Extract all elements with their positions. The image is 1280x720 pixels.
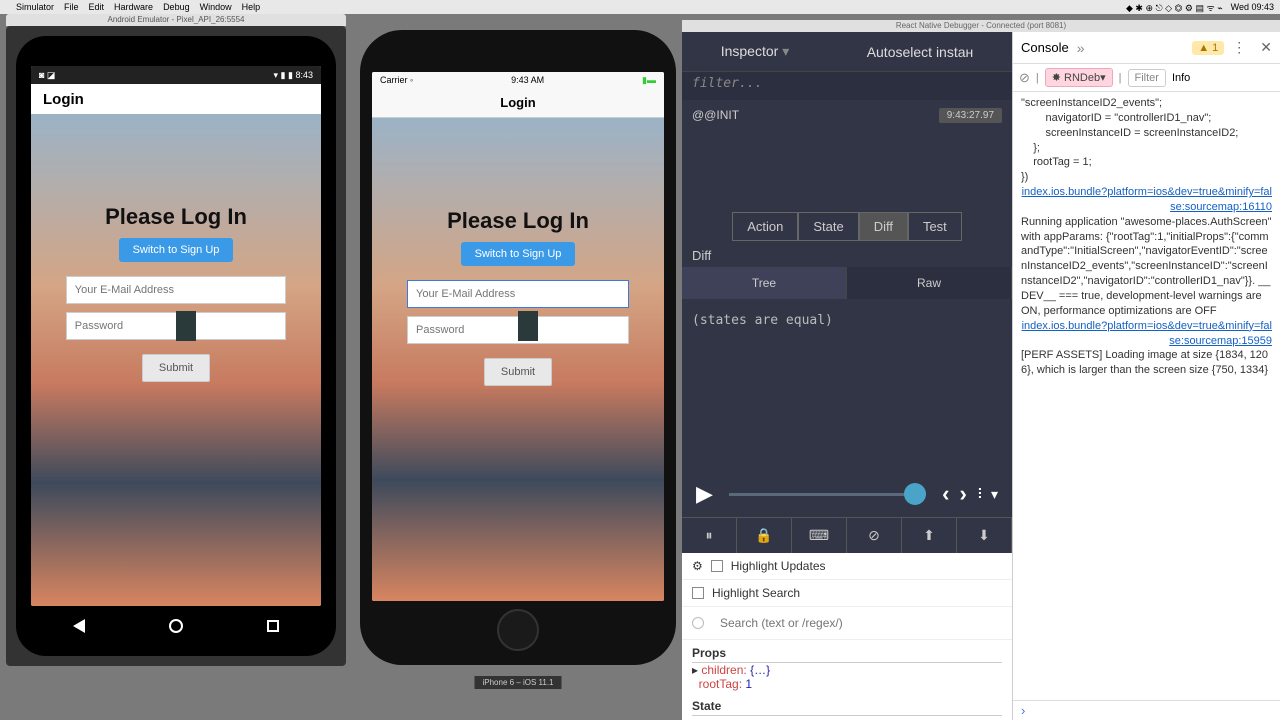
debugger-titlebar: React Native Debugger - Connected (port … [682, 20, 1280, 32]
more-tabs-icon[interactable]: » [1077, 40, 1085, 56]
switch-signup-button-ios[interactable]: Switch to Sign Up [461, 242, 576, 266]
battery-icon: ▮▬ [642, 75, 656, 86]
close-icon[interactable]: ✕ [1260, 39, 1272, 56]
tab-diff[interactable]: Diff [859, 212, 908, 241]
android-window-title: Android Emulator - Pixel_API_26:5554 [6, 14, 346, 26]
notif-icons: ◙ ◪ [39, 70, 55, 81]
ios-home-button[interactable] [497, 609, 539, 651]
password-input-ios[interactable] [407, 316, 629, 344]
highlight-search-label: Highlight Search [712, 586, 800, 600]
speed-dropdown[interactable]: ⠇ ▾ [977, 486, 998, 503]
ios-device-label: iPhone 6 – iOS 11.1 [474, 676, 561, 689]
source-link-2[interactable]: index.ios.bundle?platform=ios&dev=true&m… [1021, 319, 1272, 349]
context-dropdown[interactable]: ✸ RNDeb▾ [1045, 68, 1113, 87]
autoselect-dropdown[interactable]: Autoselect instан [867, 44, 974, 60]
pause-icon[interactable]: ⏸ [682, 518, 737, 553]
android-back-button[interactable] [73, 619, 85, 633]
state-header: State [692, 697, 1002, 716]
search-toggle[interactable] [692, 617, 704, 629]
diff-content: (states are equal) [682, 299, 1012, 342]
menu-debug[interactable]: Debug [163, 2, 190, 12]
email-input-ios[interactable] [407, 280, 629, 308]
highlight-updates-checkbox[interactable] [711, 560, 723, 572]
highlight-updates-label: Highlight Updates [731, 559, 826, 573]
settings-icon[interactable] [692, 559, 703, 573]
clear-console-icon[interactable]: ⊘ [1019, 70, 1030, 86]
warning-badge[interactable]: ▲ 1 [1192, 41, 1224, 55]
menu-simulator[interactable]: Simulator [16, 2, 54, 12]
submit-button[interactable]: Submit [142, 354, 210, 382]
redux-tabs: Action State Diff Test [682, 208, 1012, 244]
component-search-input[interactable] [712, 613, 1002, 633]
menu-edit[interactable]: Edit [89, 2, 105, 12]
redux-devtools-panel: Inspector ▾ Autoselect instан filter... … [682, 32, 1012, 720]
upload-icon[interactable]: ⬆ [902, 518, 957, 553]
kebab-menu-icon[interactable]: ⋮ [1232, 39, 1246, 56]
subtab-tree[interactable]: Tree [682, 267, 847, 299]
ios-status-bar: Carrier ◦ 9:43 AM ▮▬ [372, 72, 664, 88]
console-prompt[interactable]: › [1013, 700, 1280, 720]
props-header: Props [692, 644, 1002, 663]
disable-icon[interactable]: ⊘ [847, 518, 902, 553]
console-filter-input[interactable]: Filter [1128, 69, 1166, 87]
prev-button[interactable]: ‹ [942, 481, 949, 507]
highlight-search-checkbox[interactable] [692, 587, 704, 599]
keyboard-icon[interactable]: ⌨ [792, 518, 847, 553]
submit-button-ios[interactable]: Submit [484, 358, 552, 386]
console-tab[interactable]: Console [1021, 40, 1069, 55]
android-recents-button[interactable] [267, 620, 279, 632]
play-button[interactable]: ▶ [696, 481, 713, 507]
mac-menubar: Simulator File Edit Hardware Debug Windo… [0, 0, 1280, 14]
action-row-init[interactable]: @@INIT 9:43:27.97 [682, 100, 1012, 130]
switch-signup-button[interactable]: Switch to Sign Up [119, 238, 234, 262]
time-slider[interactable] [729, 493, 926, 496]
source-link-1[interactable]: index.ios.bundle?platform=ios&dev=true&m… [1021, 185, 1272, 215]
action-filter-input[interactable]: filter... [682, 72, 1012, 100]
subtab-raw[interactable]: Raw [847, 267, 1012, 299]
menu-hardware[interactable]: Hardware [114, 2, 153, 12]
tab-action[interactable]: Action [732, 212, 798, 241]
devtools-console-panel: Console » ▲ 1 ⋮ ✕ ⊘ | ✸ RNDeb▾ | Filter … [1012, 32, 1280, 720]
password-input[interactable] [66, 312, 286, 340]
status-icons: ◆ ✱ ⊕ ⎋ ◇ ⏣ ⚙ ▤ ᯤ ⌁ [1126, 1, 1223, 14]
menu-file[interactable]: File [64, 2, 79, 12]
ios-app-header: Login [372, 88, 664, 118]
lock-icon[interactable]: 🔒 [737, 518, 792, 553]
tab-test[interactable]: Test [908, 212, 962, 241]
ios-simulator-window: Carrier ◦ 9:43 AM ▮▬ Login Please Log In… [360, 30, 676, 665]
android-status-bar: ◙ ◪ ▾ ▮ ▮ 8:43 [31, 66, 321, 84]
inspector-dropdown[interactable]: Inspector ▾ [721, 43, 790, 60]
diff-label: Diff [682, 244, 1012, 267]
react-native-debugger-window: React Native Debugger - Connected (port … [682, 20, 1280, 720]
menu-help[interactable]: Help [242, 2, 261, 12]
download-icon[interactable]: ⬇ [957, 518, 1012, 553]
menu-window[interactable]: Window [200, 2, 232, 12]
prop-roottag[interactable]: rootTag: 1 [692, 677, 1002, 691]
info-filter[interactable]: Info [1172, 72, 1190, 84]
login-title-ios: Please Log In [447, 208, 589, 234]
email-input[interactable] [66, 276, 286, 304]
prop-children[interactable]: ▸ children: {…} [692, 663, 1002, 677]
android-emulator-window: Android Emulator - Pixel_API_26:5554 ◙ ◪… [6, 26, 346, 666]
console-output[interactable]: "screenInstanceID2_events"; navigatorID … [1013, 92, 1280, 700]
next-button[interactable]: › [960, 481, 967, 507]
android-home-button[interactable] [169, 619, 183, 633]
android-app-header: Login [31, 84, 321, 114]
tab-state[interactable]: State [798, 212, 858, 241]
login-title: Please Log In [105, 204, 247, 230]
menubar-clock[interactable]: Wed 09:43 [1231, 2, 1274, 12]
